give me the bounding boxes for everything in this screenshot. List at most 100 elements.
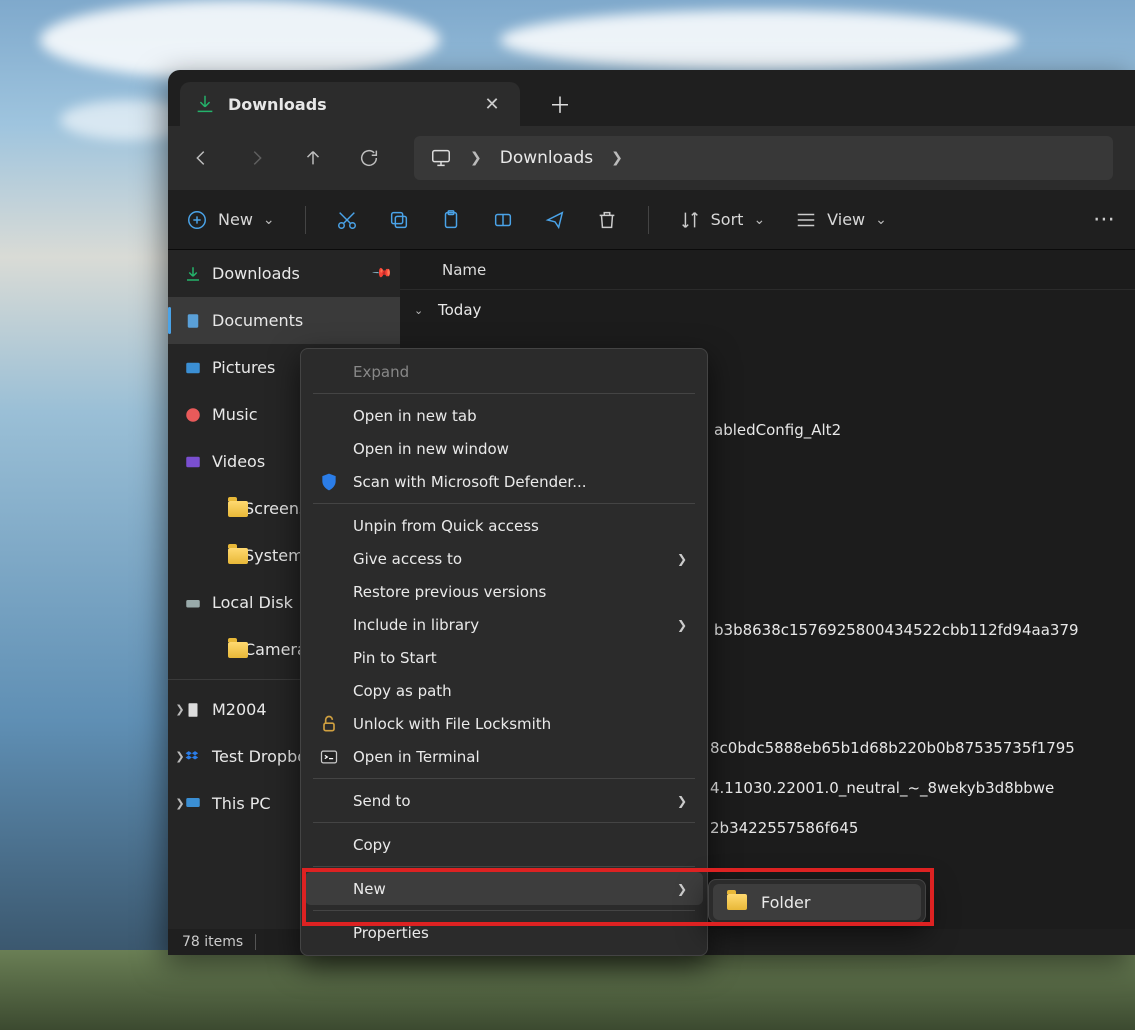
tab-title: Downloads [228,95,327,114]
lock-icon [319,714,339,734]
up-button[interactable] [302,147,324,169]
ctx-properties[interactable]: Properties [305,916,703,949]
close-tab-button[interactable]: ✕ [478,94,506,115]
chevron-right-icon: ❯ [470,150,482,166]
sidebar-item-downloads[interactable]: Downloads 📌 [168,250,400,297]
picture-icon [184,359,202,377]
view-button[interactable]: View ⌄ [795,209,887,231]
column-header-name[interactable]: Name [400,250,1135,290]
chevron-right-icon: ❯ [677,882,687,896]
dropbox-icon [184,748,202,766]
file-icon [184,701,202,719]
download-icon [184,265,202,283]
ctx-open-terminal[interactable]: Open in Terminal [305,740,703,773]
new-tab-button[interactable]: ＋ [540,82,580,126]
ctx-copy[interactable]: Copy [305,828,703,861]
chevron-right-icon: ❯ [677,552,687,566]
context-menu: Expand Open in new tab Open in new windo… [300,348,708,956]
folder-icon [228,548,248,564]
new-label: New [218,210,253,229]
group-header-today[interactable]: ⌄Today [400,290,1135,330]
separator [313,910,695,911]
ctx-new[interactable]: New❯ [305,872,703,905]
separator [255,934,256,950]
back-button[interactable] [190,147,212,169]
chevron-right-icon: ❯ [677,618,687,632]
download-icon [194,93,216,115]
sidebar-item-documents[interactable]: Documents [168,297,400,344]
delete-button[interactable] [596,209,618,231]
plus-circle-icon [186,209,208,231]
sidebar-label: Videos [212,452,265,471]
ctx-scan-defender[interactable]: Scan with Microsoft Defender... [305,465,703,498]
music-icon [184,406,202,424]
copy-button[interactable] [388,209,410,231]
chevron-down-icon: ⌄ [753,212,765,228]
folder-icon [228,642,248,658]
separator [305,206,306,234]
sidebar-label: This PC [212,794,271,813]
ctx-copy-path[interactable]: Copy as path [305,674,703,707]
sidebar-label: System [244,546,304,565]
document-icon [184,312,202,330]
sidebar-label: Local Disk [212,593,293,612]
chevron-right-icon: ❯ [677,794,687,808]
new-submenu: Folder [708,879,926,923]
ctx-open-new-window[interactable]: Open in new window [305,432,703,465]
separator [313,393,695,394]
sort-button[interactable]: Sort ⌄ [679,209,766,231]
item-count: 78 items [182,934,243,950]
drive-icon [184,594,202,612]
ctx-expand: Expand [305,355,703,388]
tab-downloads[interactable]: Downloads ✕ [180,82,520,126]
cut-button[interactable] [336,209,358,231]
collapse-icon[interactable]: ⌄ [414,304,428,317]
ctx-include-library[interactable]: Include in library❯ [305,608,703,641]
address-location: Downloads [500,148,593,168]
sidebar-label: Camera [244,640,307,659]
sidebar-label: Downloads [212,264,300,283]
separator [313,778,695,779]
monitor-icon [430,147,452,169]
rename-button[interactable] [492,209,514,231]
ctx-restore-versions[interactable]: Restore previous versions [305,575,703,608]
new-button[interactable]: New ⌄ [186,209,275,231]
shield-icon [319,472,339,492]
address-bar[interactable]: ❯ Downloads ❯ [414,136,1113,180]
command-toolbar: New ⌄ Sort ⌄ View ⌄ ⋯ [168,190,1135,250]
sidebar-label: Music [212,405,258,424]
refresh-button[interactable] [358,147,380,169]
view-icon [795,209,817,231]
submenu-label: Folder [761,893,810,912]
ctx-give-access[interactable]: Give access to❯ [305,542,703,575]
chevron-down-icon: ⌄ [263,212,275,228]
ctx-unpin-quick-access[interactable]: Unpin from Quick access [305,509,703,542]
ctx-open-new-tab[interactable]: Open in new tab [305,399,703,432]
separator [648,206,649,234]
tab-bar: Downloads ✕ ＋ [168,70,1135,126]
sidebar-label: M2004 [212,700,267,719]
more-button[interactable]: ⋯ [1093,207,1117,232]
paste-button[interactable] [440,209,462,231]
sidebar-label: Pictures [212,358,275,377]
navigation-bar: ❯ Downloads ❯ [168,126,1135,190]
submenu-folder[interactable]: Folder [713,884,921,920]
pin-icon: 📌 [371,262,393,284]
sidebar-label: Documents [212,311,303,330]
separator [313,822,695,823]
forward-button[interactable] [246,147,268,169]
folder-icon [228,501,248,517]
terminal-icon [319,747,339,767]
sort-icon [679,209,701,231]
ctx-unlock-locksmith[interactable]: Unlock with File Locksmith [305,707,703,740]
folder-icon [727,894,747,910]
chevron-right-icon[interactable]: ❯ [611,150,623,166]
ctx-pin-start[interactable]: Pin to Start [305,641,703,674]
share-button[interactable] [544,209,566,231]
ctx-send-to[interactable]: Send to❯ [305,784,703,817]
pc-icon [184,795,202,813]
video-icon [184,453,202,471]
sort-label: Sort [711,210,744,229]
separator [313,503,695,504]
separator [313,866,695,867]
